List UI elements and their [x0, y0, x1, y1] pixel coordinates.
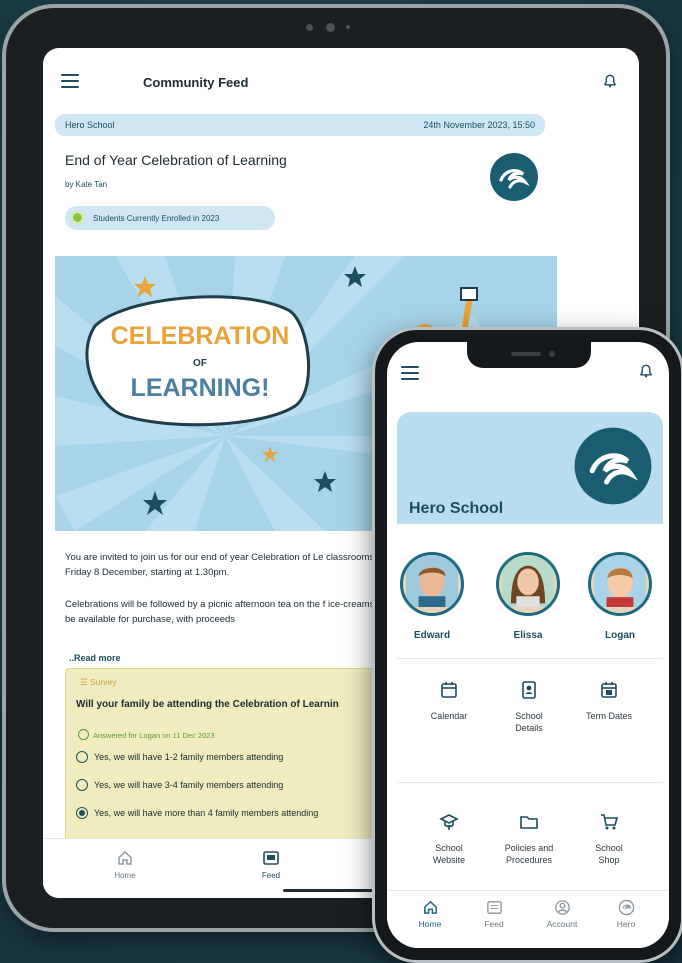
nav-home[interactable]: Home — [95, 849, 155, 880]
post-school: Hero School — [65, 120, 115, 130]
contact-book-icon — [522, 681, 536, 699]
audience-label: Students Currently Enrolled in 2023 — [93, 214, 220, 223]
divider — [397, 782, 663, 783]
check-circle-icon — [78, 729, 89, 740]
tile-school-shop[interactable]: School Shop — [569, 812, 649, 866]
survey-card: ☰ Survey Will your family be attending t… — [65, 668, 385, 845]
phone-screen: Hero School Edward Elissa Logan Calendar — [387, 342, 669, 948]
phone-notch — [467, 342, 591, 368]
radio-icon — [76, 779, 88, 791]
feed-icon — [486, 901, 502, 914]
nav-feed[interactable]: Feed — [241, 849, 301, 880]
child-card[interactable]: Elissa — [493, 552, 563, 641]
school-logo-icon — [573, 426, 653, 506]
calendar-icon — [441, 682, 457, 698]
survey-answered-status: Answered for Logan on 11 Dec 2023 — [78, 729, 215, 740]
nav-home[interactable]: Home — [405, 899, 455, 929]
post-author: by Kate Tan — [65, 180, 108, 189]
home-icon — [118, 851, 132, 865]
page-title: Community Feed — [143, 75, 249, 90]
tile-school-website[interactable]: School Website — [409, 812, 489, 866]
post-meta-strip: Hero School 24th November 2023, 15:50 — [55, 114, 545, 136]
cart-icon — [601, 814, 619, 830]
phone-bottom-nav: Home Feed Account Hero — [387, 890, 669, 948]
survey-tag: ☰ Survey — [80, 677, 117, 687]
tile-school-details[interactable]: School Details — [489, 680, 569, 734]
graduation-cap-icon — [439, 814, 459, 830]
survey-option[interactable]: Yes, we will have 3-4 family members att… — [76, 779, 283, 791]
avatar — [588, 552, 652, 616]
hero-icon — [618, 899, 634, 916]
notification-bell-icon[interactable] — [639, 364, 653, 378]
post-body-paragraph-1: You are invited to join us for our end o… — [65, 552, 388, 578]
audience-dot-icon — [71, 211, 84, 224]
tablet-camera — [306, 23, 354, 32]
child-card[interactable]: Edward — [397, 552, 467, 641]
child-name: Logan — [605, 630, 635, 641]
banner-line1: CELEBRATION — [111, 322, 290, 350]
top-bar: Community Feed — [43, 48, 639, 110]
child-name: Edward — [413, 630, 451, 641]
nav-feed[interactable]: Feed — [469, 899, 519, 929]
nav-account[interactable]: Account — [537, 899, 587, 929]
tile-policies[interactable]: Policies and Procedures — [489, 812, 569, 866]
survey-option[interactable]: Yes, we will have more than 4 family mem… — [76, 807, 318, 819]
school-hero: Hero School — [397, 412, 663, 524]
tile-term-dates[interactable]: Term Dates — [569, 680, 649, 722]
school-logo-icon — [489, 152, 539, 202]
avatar — [496, 552, 560, 616]
survey-question: Will your family be attending the Celebr… — [76, 699, 339, 710]
survey-option[interactable]: Yes, we will have 1-2 family members att… — [76, 751, 283, 763]
feed-icon — [263, 851, 279, 865]
post-body-paragraph-2: Celebrations will be followed by a picni… — [65, 599, 391, 625]
divider — [397, 658, 663, 659]
radio-icon — [76, 751, 88, 763]
child-card[interactable]: Logan — [585, 552, 655, 641]
avatar — [400, 552, 464, 616]
notification-bell-icon[interactable] — [603, 74, 617, 88]
account-icon — [554, 900, 570, 915]
phone-device: Hero School Edward Elissa Logan Calendar — [375, 330, 681, 960]
folder-icon — [520, 816, 538, 829]
tile-calendar[interactable]: Calendar — [409, 680, 489, 722]
menu-icon[interactable] — [401, 366, 419, 384]
audience-pill: Students Currently Enrolled in 2023 — [65, 206, 275, 230]
radio-selected-icon — [76, 807, 88, 819]
post-title[interactable]: End of Year Celebration of Learning — [65, 152, 287, 168]
nav-hero[interactable]: Hero — [601, 899, 651, 929]
child-name: Elissa — [513, 630, 543, 641]
school-name: Hero School — [409, 500, 504, 517]
home-icon — [423, 900, 437, 914]
menu-icon[interactable] — [61, 74, 79, 88]
banner-line2: OF — [193, 358, 207, 369]
post-datetime: 24th November 2023, 15:50 — [423, 120, 535, 130]
read-more-link[interactable]: ..Read more — [69, 653, 121, 663]
banner-line3: LEARNING! — [131, 374, 270, 402]
calendar-12-icon — [601, 682, 617, 698]
